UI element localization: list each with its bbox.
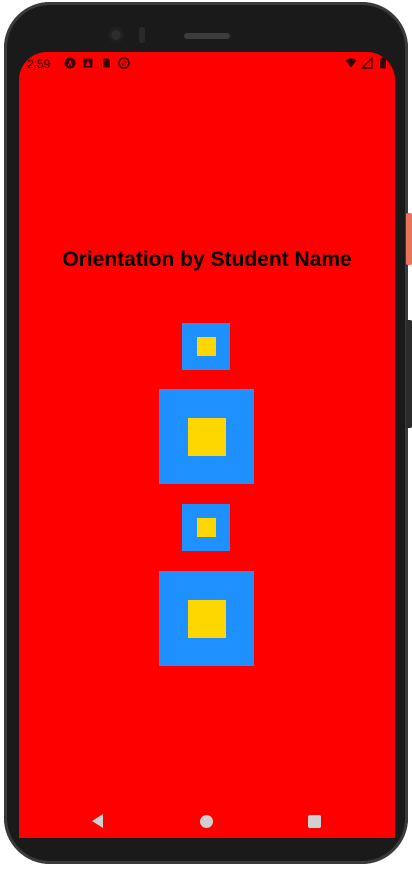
home-icon[interactable]	[200, 815, 213, 828]
box-large-1-inner	[187, 417, 226, 456]
volume-button	[406, 320, 412, 428]
earpiece-speaker	[184, 33, 230, 39]
app-screen: 2:59 Orientation by Student Name	[19, 52, 395, 838]
notification-android-icon	[83, 58, 93, 68]
recents-icon[interactable]	[308, 815, 321, 828]
box-large-2-inner	[187, 599, 226, 638]
sync-icon	[118, 57, 130, 69]
box-small-1-inner	[196, 337, 216, 356]
sd-card-icon	[103, 58, 110, 68]
status-system-icons	[345, 57, 389, 69]
status-notification-icons	[64, 57, 130, 69]
box-large-1	[159, 389, 254, 484]
front-camera	[108, 27, 124, 43]
wifi-icon	[345, 58, 357, 68]
status-bar: 2:59	[19, 52, 395, 76]
camera-sensor	[139, 27, 145, 43]
back-icon[interactable]	[92, 814, 103, 828]
box-small-2	[182, 504, 230, 551]
notification-a-icon	[64, 57, 76, 69]
box-small-2-inner	[196, 518, 216, 537]
power-button	[406, 213, 412, 265]
box-small-1	[182, 323, 230, 370]
status-time: 2:59	[27, 57, 51, 71]
page-title: Orientation by Student Name	[62, 248, 352, 271]
box-large-2	[159, 571, 254, 666]
battery-icon	[380, 57, 386, 69]
signal-icon	[361, 57, 373, 69]
navigation-bar	[19, 800, 395, 844]
